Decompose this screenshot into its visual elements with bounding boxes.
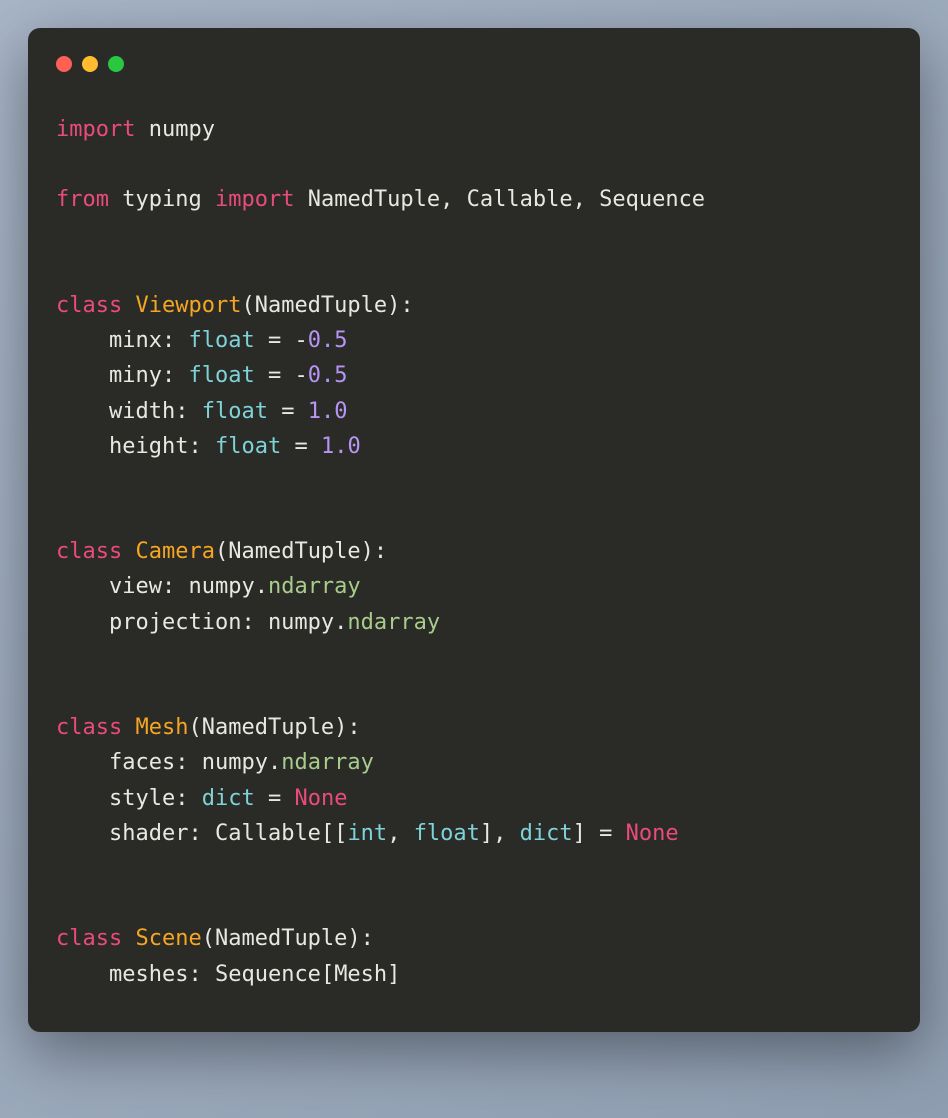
paren: ( [215, 539, 228, 564]
maximize-icon[interactable] [108, 56, 124, 72]
paren: ): [361, 539, 388, 564]
equals: = [599, 821, 612, 846]
none-literal: None [294, 786, 347, 811]
type-annotation: float [414, 821, 480, 846]
colon: : [188, 821, 201, 846]
class-name: Camera [135, 539, 214, 564]
paren: ): [347, 926, 374, 951]
module-ref: numpy [268, 610, 334, 635]
keyword-import: import [56, 117, 135, 142]
bracket: ] [573, 821, 586, 846]
base-class: NamedTuple [255, 293, 387, 318]
colon: : [188, 962, 201, 987]
bracket: [[ [321, 821, 348, 846]
field-name: style [109, 786, 175, 811]
keyword-import: import [215, 187, 294, 212]
code-window: import numpy from typing import NamedTup… [28, 28, 920, 1032]
attr-name: ndarray [281, 750, 374, 775]
keyword-from: from [56, 187, 109, 212]
comma: , [387, 821, 414, 846]
number-literal: 0.5 [308, 328, 348, 353]
type-annotation: float [188, 363, 254, 388]
paren: ): [334, 715, 361, 740]
field-name: width [109, 399, 175, 424]
class-name: Scene [135, 926, 201, 951]
field-name: view [109, 574, 162, 599]
paren: ( [188, 715, 201, 740]
import-names: NamedTuple, Callable, Sequence [308, 187, 705, 212]
type-annotation: float [188, 328, 254, 353]
field-name: meshes [109, 962, 188, 987]
dot: . [268, 750, 281, 775]
equals: = [268, 786, 281, 811]
bracket: [ [321, 962, 334, 987]
equals: = [268, 328, 281, 353]
keyword-class: class [56, 715, 122, 740]
minus: - [294, 328, 307, 353]
minus: - [294, 363, 307, 388]
equals: = [268, 363, 281, 388]
field-name: miny [109, 363, 162, 388]
bracket: ], [480, 821, 520, 846]
colon: : [162, 328, 175, 353]
dot: . [334, 610, 347, 635]
callable-type: Callable [215, 821, 321, 846]
code-content: import numpy from typing import NamedTup… [56, 112, 892, 992]
keyword-class: class [56, 926, 122, 951]
paren: ( [202, 926, 215, 951]
field-name: height [109, 434, 188, 459]
field-name: projection [109, 610, 241, 635]
equals: = [294, 434, 307, 459]
base-class: NamedTuple [215, 926, 347, 951]
type-annotation: dict [202, 786, 255, 811]
type-annotation: float [202, 399, 268, 424]
number-literal: 1.0 [308, 399, 348, 424]
colon: : [162, 363, 175, 388]
paren: ( [241, 293, 254, 318]
bracket: ] [387, 962, 400, 987]
class-name: Mesh [135, 715, 188, 740]
colon: : [175, 786, 188, 811]
paren: ): [387, 293, 414, 318]
field-name: shader [109, 821, 188, 846]
number-literal: 0.5 [308, 363, 348, 388]
keyword-class: class [56, 293, 122, 318]
type-annotation: dict [520, 821, 573, 846]
base-class: NamedTuple [228, 539, 360, 564]
class-name: Viewport [135, 293, 241, 318]
minimize-icon[interactable] [82, 56, 98, 72]
type-param: Mesh [334, 962, 387, 987]
field-name: minx [109, 328, 162, 353]
colon: : [241, 610, 254, 635]
colon: : [175, 399, 188, 424]
equals: = [281, 399, 294, 424]
module-name: typing [122, 187, 201, 212]
colon: : [175, 750, 188, 775]
none-literal: None [626, 821, 679, 846]
keyword-class: class [56, 539, 122, 564]
type-annotation: float [215, 434, 281, 459]
base-class: NamedTuple [202, 715, 334, 740]
sequence-type: Sequence [215, 962, 321, 987]
colon: : [188, 434, 201, 459]
module-ref: numpy [188, 574, 254, 599]
type-annotation: int [347, 821, 387, 846]
attr-name: ndarray [347, 610, 440, 635]
colon: : [162, 574, 175, 599]
dot: . [255, 574, 268, 599]
number-literal: 1.0 [321, 434, 361, 459]
close-icon[interactable] [56, 56, 72, 72]
module-name: numpy [149, 117, 215, 142]
attr-name: ndarray [268, 574, 361, 599]
window-traffic-lights [56, 56, 892, 72]
module-ref: numpy [202, 750, 268, 775]
field-name: faces [109, 750, 175, 775]
